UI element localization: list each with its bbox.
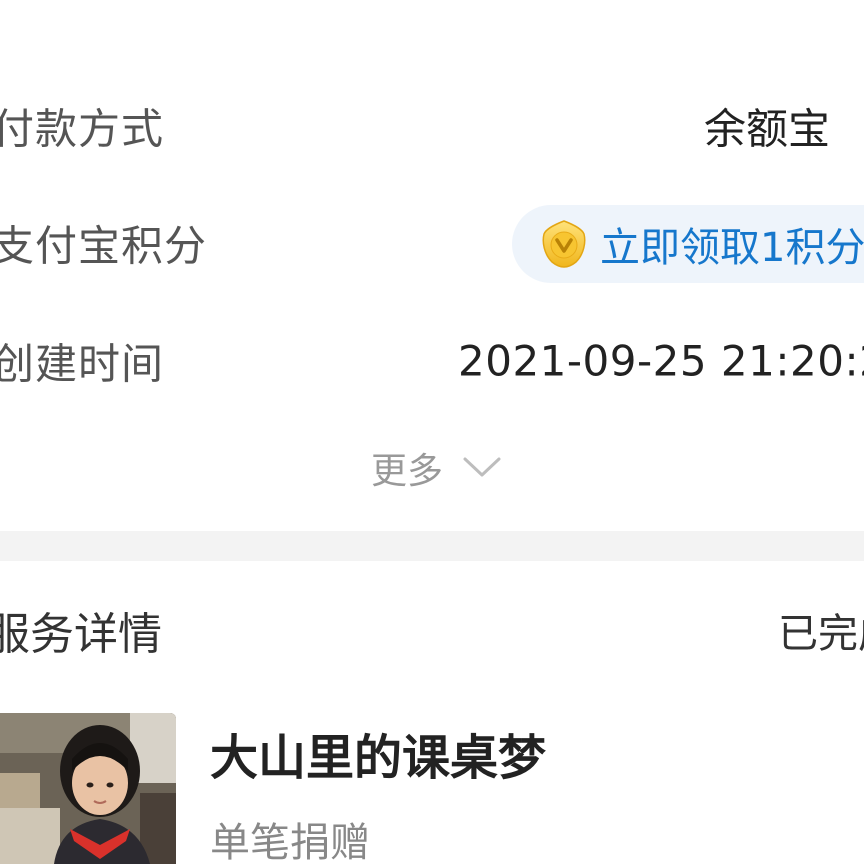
section-divider: [0, 531, 864, 561]
created-time-row: 创建时间 2021-09-25 21:20:2: [0, 321, 864, 401]
more-label: 更多: [371, 451, 444, 492]
created-time-label: 创建时间: [0, 339, 165, 389]
service-details-title: 服务详情: [0, 609, 162, 660]
payment-method-label: 付款方式: [0, 104, 165, 154]
chevron-down-icon: [463, 457, 501, 477]
project-name[interactable]: 大山里的课桌梦: [210, 718, 546, 788]
claim-points-label: 立即领取1积分: [600, 225, 864, 271]
alipay-points-row: 支付宝积分 立即领取1积分: [0, 203, 864, 283]
gold-coin-v-icon: [542, 220, 586, 268]
alipay-points-label: 支付宝积分: [0, 221, 208, 271]
payment-method-row: 付款方式 余额宝: [0, 86, 864, 166]
classroom-child-photo: [0, 713, 176, 864]
project-thumbnail[interactable]: [0, 713, 176, 864]
more-toggle[interactable]: 更多: [0, 440, 864, 496]
claim-points-button[interactable]: 立即领取1积分: [512, 205, 864, 283]
created-time-value: 2021-09-25 21:20:2: [458, 336, 864, 386]
order-detail-page: 付款方式 余额宝 支付宝积分 立即领取1积分 创建时间 2021-09-25 2…: [0, 0, 864, 864]
service-details-header: 服务详情 已完成: [0, 590, 864, 670]
project-subtitle: 单笔捐赠: [210, 820, 370, 864]
service-status: 已完成: [778, 611, 864, 657]
payment-method-value: 余额宝: [703, 104, 830, 154]
